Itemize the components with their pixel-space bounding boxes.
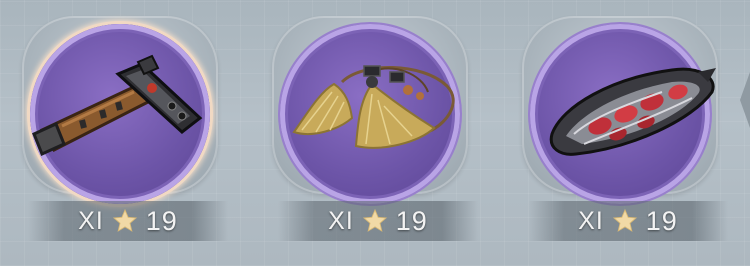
star-icon [362,208,387,232]
war-hammer-icon [32,54,203,157]
level-value: 19 [395,205,428,236]
star-icon [112,208,137,232]
level-bar: XI 19 [28,201,228,241]
level-bar: XI 19 [278,201,478,241]
tier-label: XI [578,206,604,235]
level-value: 19 [145,205,178,236]
scroll-edge-icon[interactable] [740,72,750,128]
equipment-slot-1[interactable]: XI 19 [0,0,250,266]
star-icon [612,208,637,232]
equipment-slot-2[interactable]: XI 19 [250,0,500,266]
tier-label: XI [78,206,104,235]
tassel-charm-icon [292,65,455,149]
tier-label: XI [328,206,354,235]
equipment-slot-3[interactable]: XI 19 [500,0,750,266]
level-bar: XI 19 [528,201,728,241]
crimson-claw-icon [549,67,716,156]
level-value: 19 [645,205,678,236]
